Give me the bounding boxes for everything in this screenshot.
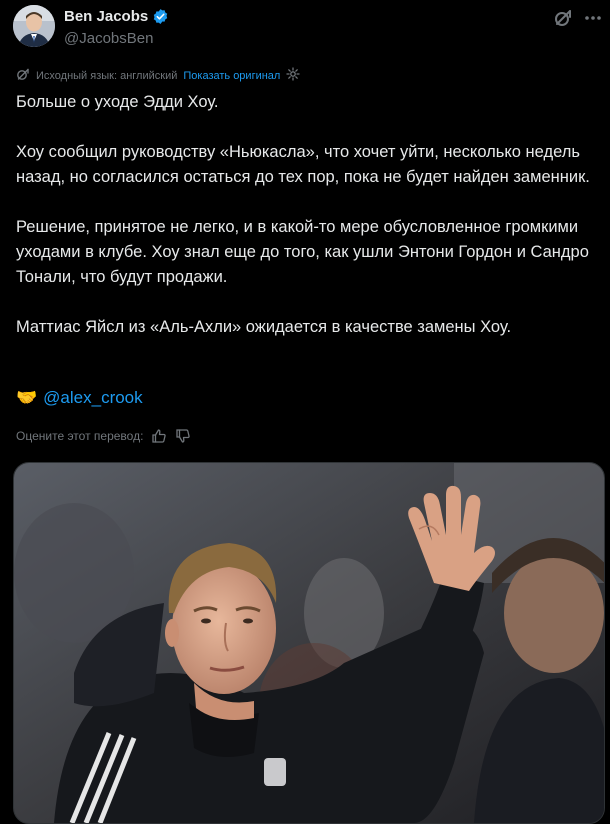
translation-bar: Исходный язык: английский Показать ориги… (16, 67, 300, 84)
mention-line: 🤝 @alex_crook (16, 388, 143, 408)
rate-translation: Оцените этот перевод: (16, 428, 191, 444)
verified-badge-icon (152, 8, 169, 25)
handshake-emoji: 🤝 (16, 388, 38, 407)
thumbs-down-icon[interactable] (175, 428, 191, 444)
tweet-paragraph: Решение, принятое не легко, и в какой-то… (16, 218, 589, 286)
display-name-text: Ben Jacobs (64, 8, 149, 25)
display-name[interactable]: Ben Jacobs (64, 8, 169, 25)
more-icon[interactable] (583, 8, 603, 28)
translate-icon (16, 67, 30, 84)
tweet-paragraph: Больше о уходе Эдди Хоу. (16, 93, 219, 111)
user-handle[interactable]: @JacobsBen (64, 30, 153, 47)
show-original-link[interactable]: Показать оригинал (183, 70, 280, 82)
tweet-text: Больше о уходе Эдди Хоу. Хоу сообщил рук… (16, 90, 596, 340)
tweet-header: Ben Jacobs @JacobsBen (0, 0, 610, 56)
avatar[interactable] (13, 5, 55, 47)
gear-icon[interactable] (286, 67, 300, 84)
grok-icon[interactable] (553, 8, 573, 28)
tweet-paragraph: Хоу сообщил руководству «Ньюкасла», что … (16, 143, 590, 186)
thumbs-up-icon[interactable] (151, 428, 167, 444)
mention-link[interactable]: @alex_crook (43, 388, 142, 408)
rate-translation-label: Оцените этот перевод: (16, 429, 144, 443)
tweet-photo[interactable] (13, 462, 605, 824)
source-language-label: Исходный язык: английский (36, 69, 178, 82)
tweet-paragraph: Маттиас Яйсл из «Аль-Ахли» ожидается в к… (16, 318, 512, 336)
